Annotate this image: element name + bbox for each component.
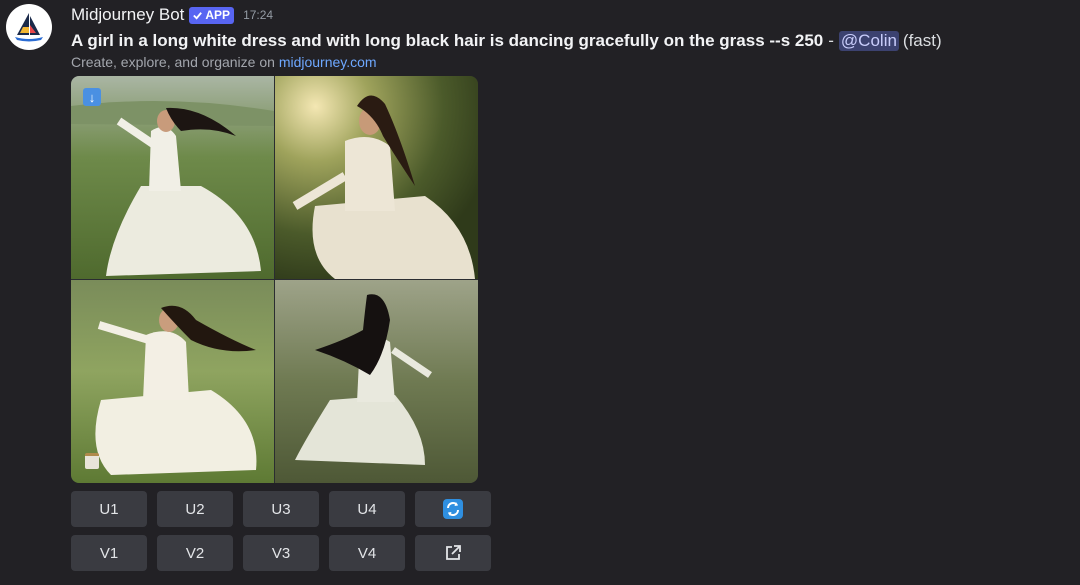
- sailboat-logo-icon: [15, 13, 43, 42]
- speed-label: (fast): [902, 31, 942, 50]
- open-external-icon: [446, 545, 461, 560]
- girl-dancing-image: [71, 280, 274, 483]
- girl-dancing-image: [275, 76, 478, 279]
- subtext: Create, explore, and organize on midjour…: [71, 54, 377, 70]
- upscale-button-row: U1 U2 U3 U4: [71, 491, 491, 527]
- v4-button[interactable]: V4: [329, 535, 405, 571]
- u3-button[interactable]: U3: [243, 491, 319, 527]
- v1-button[interactable]: V1: [71, 535, 147, 571]
- v2-button[interactable]: V2: [157, 535, 233, 571]
- download-icon[interactable]: ↓: [83, 88, 101, 106]
- image-tile-3[interactable]: [71, 280, 274, 483]
- girl-dancing-image: [71, 76, 274, 279]
- u1-button[interactable]: U1: [71, 491, 147, 527]
- user-mention[interactable]: @Colin: [838, 31, 899, 51]
- prompt-text: A girl in a long white dress and with lo…: [71, 31, 824, 50]
- open-external-button[interactable]: [415, 535, 491, 571]
- reroll-button[interactable]: [415, 491, 491, 527]
- u4-button[interactable]: U4: [329, 491, 405, 527]
- subtext-prefix: Create, explore, and organize on: [71, 54, 279, 70]
- app-badge: APP: [189, 6, 235, 24]
- girl-dancing-image: [275, 280, 478, 483]
- image-grid[interactable]: ↓: [71, 76, 478, 483]
- website-link[interactable]: midjourney.com: [279, 54, 377, 70]
- u2-button[interactable]: U2: [157, 491, 233, 527]
- bot-avatar[interactable]: [6, 4, 52, 50]
- prompt-line: A girl in a long white dress and with lo…: [71, 30, 942, 52]
- message-header: Midjourney Bot APP 17:24: [71, 4, 273, 26]
- reroll-icon: [443, 499, 463, 519]
- notes-icon[interactable]: [85, 453, 99, 469]
- checkmark-icon: [193, 11, 203, 20]
- image-tile-4[interactable]: [275, 280, 478, 483]
- variation-button-row: V1 V2 V3 V4: [71, 535, 491, 571]
- author-name[interactable]: Midjourney Bot: [71, 5, 184, 25]
- image-tile-2[interactable]: [275, 76, 478, 279]
- v3-button[interactable]: V3: [243, 535, 319, 571]
- timestamp: 17:24: [243, 8, 274, 22]
- image-tile-1[interactable]: ↓: [71, 76, 274, 279]
- badge-label: APP: [205, 8, 231, 22]
- separator: -: [828, 31, 834, 50]
- bot-message: Midjourney Bot APP 17:24 A girl in a lon…: [0, 0, 1080, 585]
